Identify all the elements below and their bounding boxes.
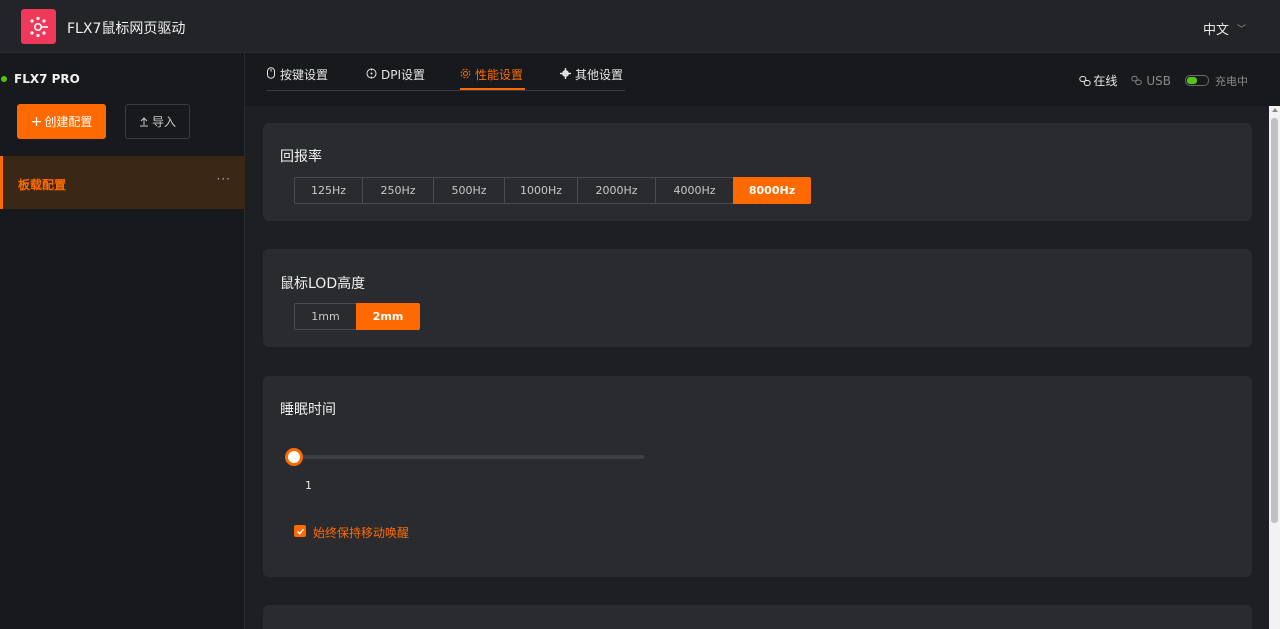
polling-option[interactable]: 125Hz — [294, 177, 363, 204]
polling-option-selected[interactable]: 8000Hz — [733, 177, 811, 204]
lod-option-selected[interactable]: 2mm — [356, 303, 420, 330]
lod-card: 鼠标LOD高度 — [263, 249, 1252, 347]
polling-option[interactable]: 4000Hz — [655, 177, 734, 204]
keep-awake-label[interactable]: 始终保持移动唤醒 — [313, 524, 409, 541]
gear-icon — [460, 68, 471, 79]
lod-selector: 1mm 2mm — [294, 303, 420, 330]
tab-key-settings[interactable]: 按键设置 — [266, 53, 366, 90]
sidebar: FLX7 PRO + 创建配置 导入 板载配置 ··· — [0, 53, 245, 629]
link-icon — [1131, 75, 1143, 86]
checkmark-icon — [296, 528, 304, 535]
chevron-down-icon: ﹀ — [1236, 25, 1246, 35]
target-icon — [366, 68, 377, 79]
link-icon — [1079, 75, 1092, 86]
sleep-time-slider[interactable] — [294, 455, 644, 459]
config-label: 板载配置 — [18, 178, 67, 192]
polling-rate-selector: 125Hz 250Hz 500Hz 1000Hz 2000Hz 4000Hz 8… — [294, 177, 811, 204]
import-label: 导入 — [151, 115, 176, 129]
scroll-up-arrow-icon[interactable] — [1272, 108, 1278, 112]
tab-label: 按键设置 — [280, 68, 329, 82]
battery-fill — [1187, 77, 1197, 84]
sidebar-item-onboard-config[interactable]: 板载配置 ··· — [0, 156, 245, 209]
device-name: FLX7 PRO — [14, 72, 80, 86]
online-dot — [1, 76, 7, 82]
tab-label: 性能设置 — [475, 68, 524, 82]
polling-option[interactable]: 1000Hz — [504, 177, 578, 204]
lod-option[interactable]: 1mm — [294, 303, 357, 330]
device-indicator: FLX7 PRO — [0, 72, 80, 86]
language-label: 中文 — [1202, 23, 1229, 38]
sleep-time-value: 1 — [305, 479, 312, 492]
import-button[interactable]: 导入 — [125, 104, 190, 139]
charging-label: 充电中 — [1215, 74, 1248, 88]
online-status: 在线 — [1079, 72, 1117, 89]
device-status: 在线 USB 充电中 — [1079, 72, 1248, 89]
plus-icon: + — [30, 113, 43, 130]
polling-rate-title: 回报率 — [280, 149, 322, 165]
online-label: 在线 — [1093, 74, 1118, 88]
language-select[interactable]: 中文 ﹀ — [1203, 19, 1246, 38]
lod-title: 鼠标LOD高度 — [280, 276, 366, 292]
upload-icon — [139, 116, 148, 126]
settings-tabs: 按键设置 DPI设置 性能设置 其他设置 — [266, 53, 625, 91]
cog-icon — [560, 68, 571, 79]
scrollbar-thumb[interactable] — [1271, 118, 1278, 523]
tab-other-settings[interactable]: 其他设置 — [525, 53, 625, 90]
polling-rate-card: 回报率 — [263, 123, 1252, 221]
connection-label: USB — [1146, 73, 1171, 88]
tab-label: DPI设置 — [381, 68, 426, 82]
next-settings-card — [263, 605, 1252, 629]
tab-dpi-settings[interactable]: DPI设置 — [366, 53, 460, 90]
app-logo-icon — [21, 9, 56, 44]
battery-icon — [1185, 75, 1209, 86]
create-config-button[interactable]: + 创建配置 — [17, 104, 106, 139]
top-bar: FLX7鼠标网页驱动 中文 ﹀ — [0, 0, 1280, 53]
create-config-label: 创建配置 — [44, 115, 93, 129]
keep-awake-checkbox[interactable] — [294, 525, 306, 537]
tab-performance-settings[interactable]: 性能设置 — [460, 53, 525, 90]
sleep-time-card: 睡眠时间 — [263, 376, 1252, 577]
app-title: FLX7鼠标网页驱动 — [67, 21, 186, 37]
polling-option[interactable]: 250Hz — [362, 177, 434, 204]
sleep-time-title: 睡眠时间 — [280, 402, 336, 418]
slider-handle[interactable] — [285, 448, 303, 466]
polling-option[interactable]: 500Hz — [433, 177, 505, 204]
polling-option[interactable]: 2000Hz — [577, 177, 656, 204]
more-options-icon[interactable]: ··· — [217, 172, 231, 186]
connection-status: USB — [1131, 74, 1171, 88]
tab-label: 其他设置 — [575, 68, 624, 82]
mouse-icon — [267, 67, 275, 79]
